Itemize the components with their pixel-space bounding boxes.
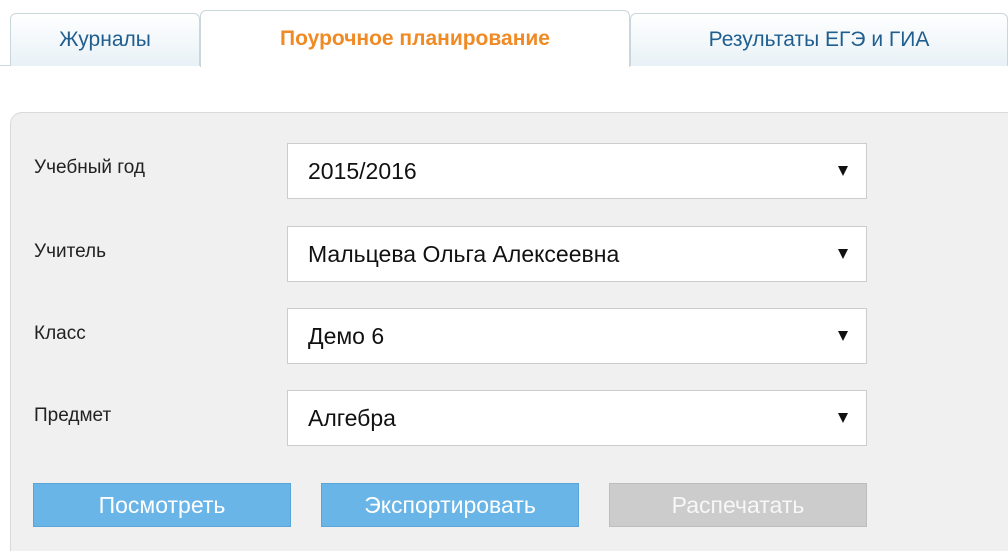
print-button[interactable]: Распечатать [609,483,867,527]
tab-journals-label: Журналы [59,28,151,51]
teacher-value: Мальцева Ольга Алексеевна [308,240,620,267]
tab-exam-results-label: Результаты ЕГЭ и ГИА [708,28,930,51]
class-value: Демо 6 [308,322,385,349]
school-year-select[interactable]: 2015/2016 [287,143,867,199]
class-select[interactable]: Демо 6 [287,308,867,364]
tab-exam-results[interactable]: Результаты ЕГЭ и ГИА [630,13,1008,66]
subject-value: Алгебра [308,404,396,431]
school-year-value: 2015/2016 [308,157,417,184]
tab-bar: Журналы Поурочное планирование Результат… [0,0,1008,67]
chevron-down-icon [838,413,848,423]
chevron-down-icon [838,249,848,259]
subject-select[interactable]: Алгебра [287,390,867,446]
chevron-down-icon [838,331,848,341]
chevron-down-icon [838,166,848,176]
teacher-label: Учитель [34,241,106,262]
tab-lesson-planning-label: Поурочное планирование [280,27,550,50]
teacher-select[interactable]: Мальцева Ольга Алексеевна [287,226,867,282]
export-button[interactable]: Экспортировать [321,483,579,527]
view-button[interactable]: Посмотреть [33,483,291,527]
class-label: Класс [34,323,86,344]
subject-label: Предмет [34,405,112,426]
school-year-label: Учебный год [34,157,145,178]
tab-journals[interactable]: Журналы [10,13,200,66]
tab-lesson-planning[interactable]: Поурочное планирование [200,10,630,67]
